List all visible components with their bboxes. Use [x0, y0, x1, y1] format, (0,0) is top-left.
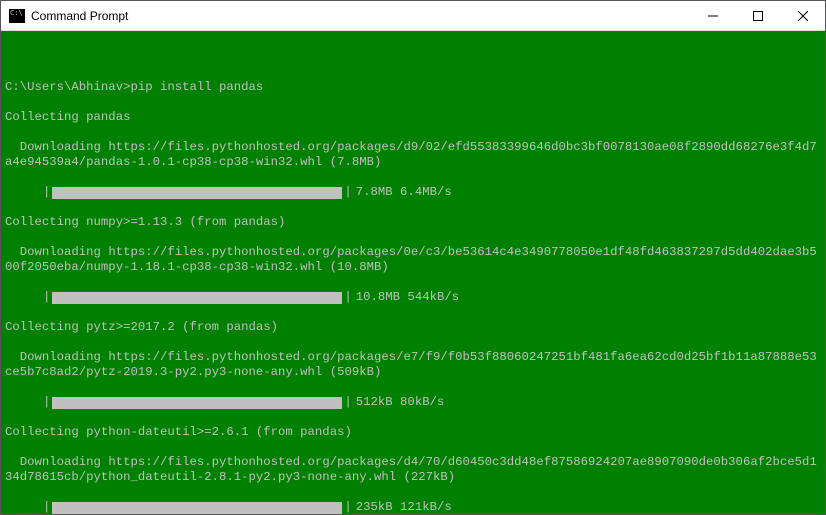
titlebar: Command Prompt [1, 1, 825, 31]
progress-text: 10.8MB 544kB/s [356, 290, 459, 305]
window-controls [690, 1, 825, 30]
cmd-icon [9, 9, 25, 23]
progress-row: ||10.8MB 544kB/s [5, 290, 819, 305]
minimize-icon [708, 11, 718, 21]
output-line: Downloading https://files.pythonhosted.o… [5, 245, 819, 275]
progress-bar [52, 502, 342, 514]
window-title: Command Prompt [31, 9, 690, 23]
command-prompt-window: Command Prompt C:\Users\Abhinav>pip inst… [0, 0, 826, 515]
progress-bar [52, 397, 342, 409]
progress-bar [52, 292, 342, 304]
output-line: Downloading https://files.pythonhosted.o… [5, 455, 819, 485]
output-line: Collecting pandas [5, 110, 819, 125]
progress-text: 7.8MB 6.4MB/s [356, 185, 452, 200]
output-line: Collecting python-dateutil>=2.6.1 (from … [5, 425, 819, 440]
output-line: Downloading https://files.pythonhosted.o… [5, 350, 819, 380]
maximize-button[interactable] [735, 1, 780, 30]
progress-row: ||235kB 121kB/s [5, 500, 819, 514]
terminal-area[interactable]: C:\Users\Abhinav>pip install pandas Coll… [1, 31, 825, 514]
prompt-line: C:\Users\Abhinav>pip install pandas [5, 80, 819, 95]
prompt-path: C:\Users\Abhinav> [5, 80, 130, 94]
blank-line [5, 50, 819, 65]
command-text: pip install pandas [130, 80, 263, 94]
output-line: Collecting pytz>=2017.2 (from pandas) [5, 320, 819, 335]
progress-bar [52, 187, 342, 199]
output-line: Downloading https://files.pythonhosted.o… [5, 140, 819, 170]
progress-text: 235kB 121kB/s [356, 500, 452, 514]
output-line: Collecting numpy>=1.13.3 (from pandas) [5, 215, 819, 230]
minimize-button[interactable] [690, 1, 735, 30]
progress-row: ||7.8MB 6.4MB/s [5, 185, 819, 200]
close-button[interactable] [780, 1, 825, 30]
maximize-icon [753, 11, 763, 21]
progress-row: ||512kB 80kB/s [5, 395, 819, 410]
progress-text: 512kB 80kB/s [356, 395, 445, 410]
close-icon [798, 11, 808, 21]
